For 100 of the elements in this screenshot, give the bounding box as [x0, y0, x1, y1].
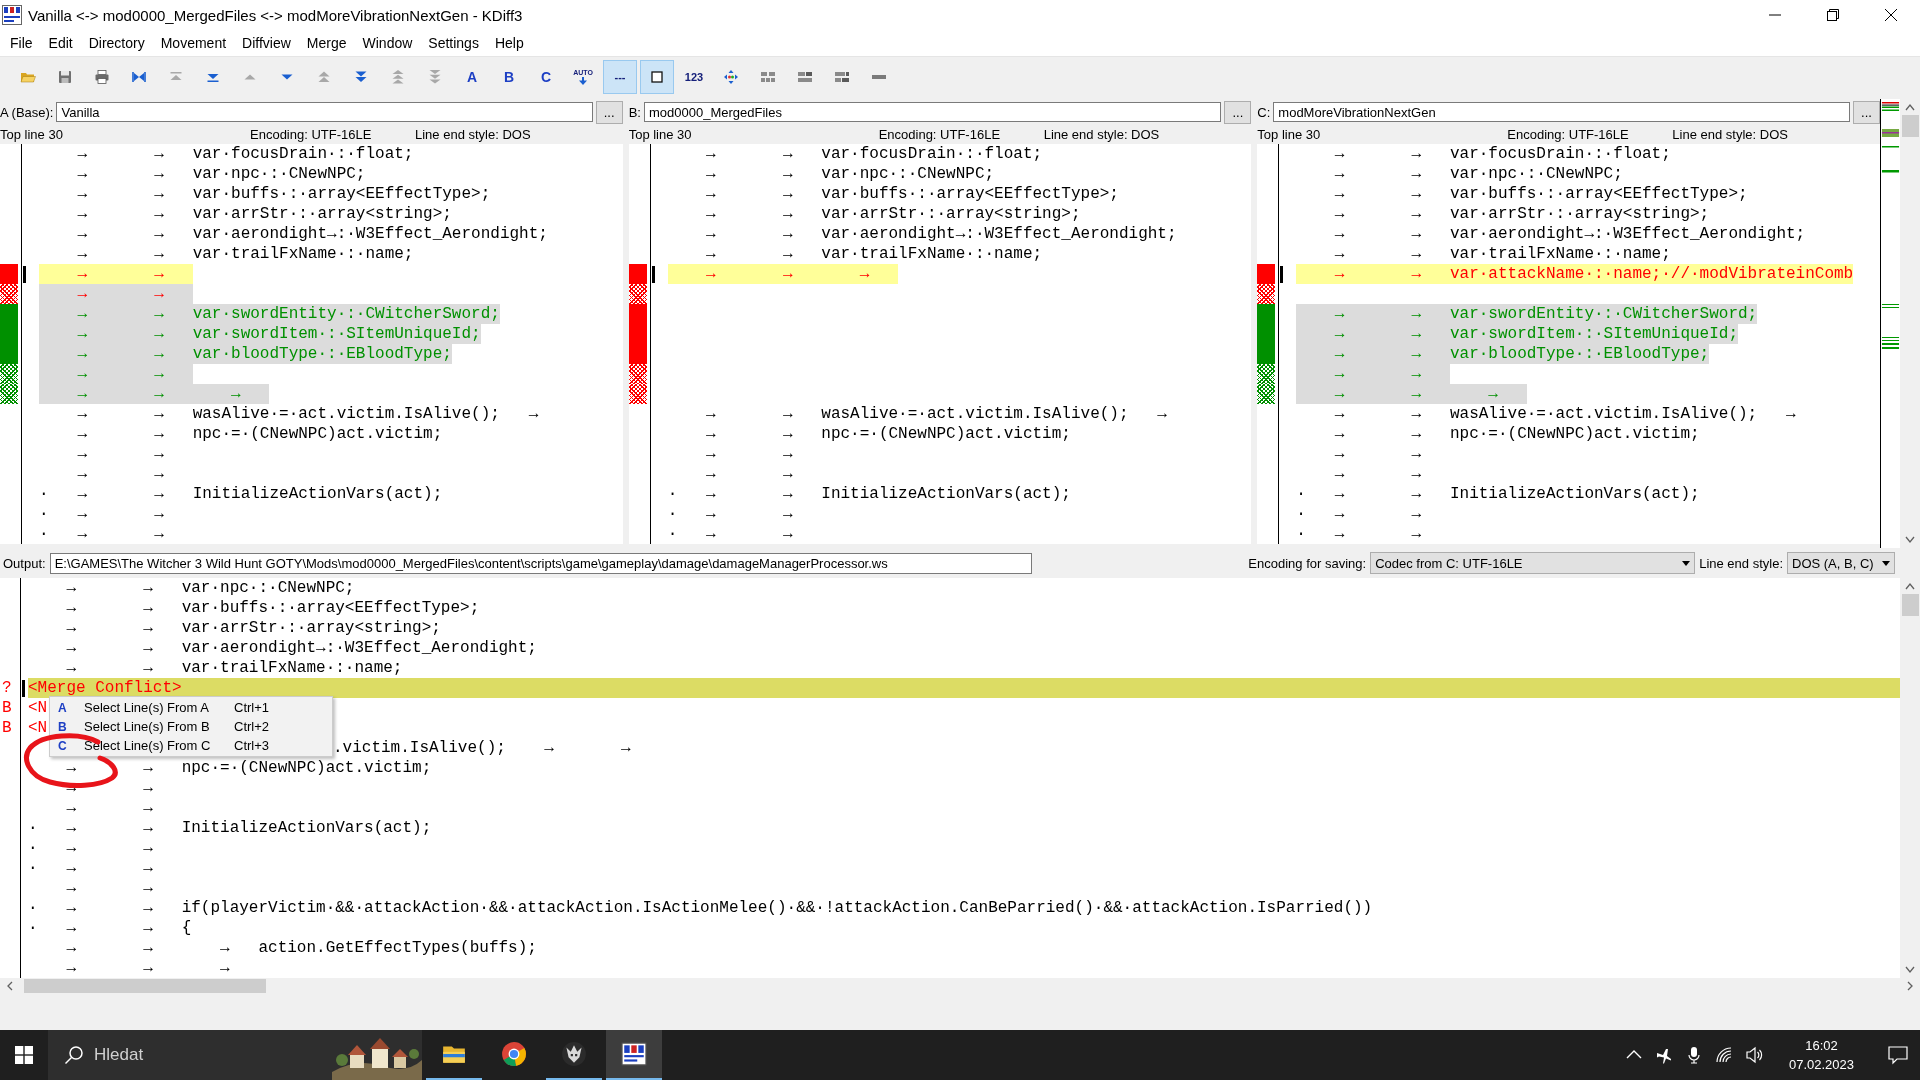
code-line: → → npc·=·(CNewNPC)act.victim;: [65, 758, 432, 778]
down-arrow-icon: [578, 77, 588, 85]
code-line: · → → InitializeActionVars(act);: [39, 484, 443, 504]
top-line-info: Top line 30: [1257, 127, 1322, 142]
toolbar-button[interactable]: A: [455, 60, 489, 94]
toolbar-button[interactable]: C: [529, 60, 563, 94]
code-line: · → →: [28, 858, 153, 878]
triple-down-icon: [427, 69, 443, 85]
browse-button[interactable]: ...: [595, 100, 623, 124]
menu-item[interactable]: Directory: [80, 32, 153, 54]
toolbar-button[interactable]: 123: [677, 60, 711, 94]
code-line: → → npc·=·(CNewNPC)act.victim;: [1333, 424, 1700, 444]
taskbar-button[interactable]: [606, 1030, 662, 1080]
scroll-thumb[interactable]: [1901, 594, 1919, 616]
notification-icon[interactable]: [1888, 1045, 1908, 1065]
dropdown-caret-icon[interactable]: [1882, 560, 1890, 566]
close-icon[interactable]: [1885, 9, 1897, 21]
menu-item[interactable]: Edit: [40, 32, 81, 54]
double-down-icon: [353, 69, 369, 85]
code-line: → → var·trailFxName·:·name;: [65, 658, 403, 678]
diff-text-view[interactable]: [0, 144, 623, 544]
top-line-info: Top line 30: [628, 127, 693, 142]
file-field[interactable]: modMoreVibrationNextGen: [1273, 102, 1850, 122]
encoding-dropdown[interactable]: Codec from C: UTF-16LE: [1370, 552, 1696, 574]
code-line: → → var·aerondight→:·W3Effect_Aerondight;: [76, 224, 548, 244]
double-up-icon: [316, 69, 332, 85]
output-path-field[interactable]: E:\GAMES\The Witcher 3 Wild Hunt GOTY\Mods\mod0000_MergedFiles\content\scripts\game\gameplay\damage\damageManagerProcessor.ws: [49, 552, 1032, 574]
code-line: → → var·buffs·:·array<EEffectType>;: [1333, 184, 1748, 204]
scroll-left-icon[interactable]: [6, 981, 14, 991]
toolbar-button[interactable]: ---: [603, 60, 637, 94]
triple-up-icon: [390, 69, 406, 85]
menu-item[interactable]: Diffview: [234, 32, 299, 54]
menu-item[interactable]: Window: [354, 32, 421, 54]
restore-icon[interactable]: [1827, 9, 1839, 21]
code-line: · → → if(playerVictim·&&·attackAction·&&·attackAction.IsActionMelee()·&&·!attackAction.CanBeParried()·&&·attackAction.IsParried()): [28, 898, 1373, 918]
menu-item[interactable]: C Select Line(s) From C Ctrl+3: [50, 736, 332, 755]
encoding-info: Encoding: UTF-16LE: [878, 127, 1002, 142]
code-line: → → var·aerondight→:·W3Effect_Aerondight;: [65, 638, 537, 658]
menu-item[interactable]: A Select Line(s) From A Ctrl+1: [50, 698, 332, 717]
toolbar-button[interactable]: [640, 60, 674, 94]
merge-status-letter: B: [2, 699, 12, 717]
menu-item[interactable]: Movement: [152, 32, 235, 54]
grid-icon: [834, 69, 850, 85]
pane-label: C:: [1257, 104, 1271, 120]
scroll-thumb[interactable]: [24, 979, 266, 993]
diff-text-view[interactable]: [1257, 144, 1880, 544]
code-line: · → →: [667, 504, 793, 524]
code-line: → → npc·=·(CNewNPC)act.victim;: [705, 424, 1071, 444]
code-line: → → wasAlive·=·act.victim.IsAlive(); →: [1333, 404, 1796, 424]
scroll-up-icon[interactable]: [1905, 582, 1915, 590]
code-line: → → var·arrStr·:·array<string>;: [65, 618, 441, 638]
printer-icon: [94, 69, 110, 85]
menu-item[interactable]: File: [2, 32, 41, 54]
line-end-dropdown[interactable]: DOS (A, B, C): [1787, 552, 1895, 574]
code-line: → → → action.GetEffectTypes(buffs);: [65, 938, 537, 958]
browse-button[interactable]: ...: [1853, 100, 1880, 124]
speaker-icon[interactable]: [1744, 1046, 1763, 1064]
code-line: → →: [65, 878, 153, 898]
scroll-down-icon[interactable]: [1905, 536, 1915, 544]
scroll-thumb[interactable]: [1901, 115, 1919, 137]
wifi-icon[interactable]: [1714, 1046, 1733, 1064]
scroll-down-icon[interactable]: [1905, 966, 1915, 974]
text-cursor: [22, 679, 25, 697]
windows-logo-icon[interactable]: [15, 1046, 33, 1064]
menu-item[interactable]: Settings: [420, 32, 487, 54]
merge-status-letter: B: [2, 719, 12, 737]
bowtie-icon: [131, 69, 147, 85]
menu-item[interactable]: Merge: [298, 32, 355, 54]
scroll-right-icon[interactable]: [1906, 981, 1914, 991]
code-line: → →: [65, 778, 153, 798]
text-cursor: [23, 265, 26, 283]
menu-item[interactable]: Help: [486, 32, 532, 54]
code-line: → → wasAlive·=·act.victim.IsAlive(); →: [705, 404, 1167, 424]
code-line: → → wasAlive·=·act.victim.IsAlive(); →: [76, 404, 539, 424]
browser-icon: [501, 1041, 527, 1067]
code-line: → → var·arrStr·:·array<string>;: [76, 204, 452, 224]
clock-time[interactable]: 16:02: [1805, 1036, 1838, 1055]
line-end-info: Line end style: DOS: [1043, 127, 1161, 142]
dropdown-caret-icon[interactable]: [1682, 560, 1691, 566]
code-line: → → var·aerondight→:·W3Effect_Aerondight;: [705, 224, 1177, 244]
code-line: → →: [705, 444, 793, 464]
code-line: · → → InitializeActionVars(act);: [28, 818, 432, 838]
four-arrows-icon: [723, 69, 739, 85]
file-field[interactable]: Vanilla: [56, 102, 593, 122]
scroll-up-icon[interactable]: [1905, 103, 1915, 111]
code-line: <N: [28, 698, 48, 718]
diff-overview[interactable]: [1880, 99, 1900, 548]
file-field[interactable]: mod0000_MergedFiles: [643, 102, 1222, 122]
airplane-icon[interactable]: [1654, 1046, 1673, 1064]
code-line: · → →: [1296, 524, 1422, 544]
code-line: → →: [1333, 464, 1422, 484]
browse-button[interactable]: ...: [1224, 100, 1252, 124]
clock-date[interactable]: 07.02.2023: [1788, 1055, 1854, 1074]
code-line: · → → {: [28, 918, 192, 938]
code-line: → →: [65, 798, 153, 818]
toolbar-button[interactable]: B: [492, 60, 526, 94]
encoding-info: Encoding: UTF-16LE: [1507, 127, 1630, 142]
code-line: → → var·trailFxName·:·name;: [1333, 244, 1671, 264]
menu-item[interactable]: B Select Line(s) From B Ctrl+2: [50, 717, 332, 736]
diff-text-view[interactable]: [628, 144, 1252, 544]
